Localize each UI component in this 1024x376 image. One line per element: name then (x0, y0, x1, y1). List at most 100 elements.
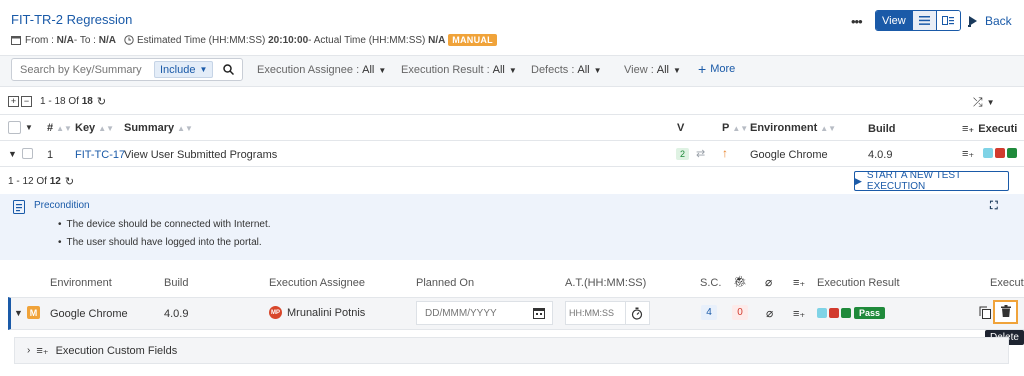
start-execution-label: START A NEW TEST EXECUTION (866, 170, 962, 192)
to-label: - To : (73, 34, 96, 46)
exec-col-exec: Execut (990, 277, 1024, 289)
exec-assignee[interactable]: MP Mrunalini Potnis (269, 306, 365, 319)
filter-value: All (492, 64, 505, 76)
chevron-down-icon[interactable]: ▼ (14, 308, 23, 318)
col-summary[interactable]: Summary ▲▼ (124, 122, 193, 134)
defect-count-badge[interactable]: 0 (732, 305, 748, 320)
precondition-icon (13, 200, 25, 217)
step-count-badge[interactable]: 4 (701, 305, 717, 320)
add-list-icon[interactable]: ≡₊ (793, 276, 805, 289)
include-dropdown[interactable]: Include ▼ (154, 61, 214, 78)
col-execution: ≡₊ Executi (962, 122, 1018, 136)
stopwatch-icon[interactable] (626, 307, 648, 320)
search-input[interactable] (12, 59, 154, 80)
exec-col-build: Build (164, 277, 189, 289)
search-icon[interactable] (216, 59, 240, 80)
add-list-icon[interactable]: ≡₊ (962, 122, 974, 135)
precondition-title: Precondition (34, 200, 90, 211)
refresh-icon[interactable]: ↻ (65, 175, 74, 188)
col-environment[interactable]: Environment ▲▼ (750, 122, 836, 134)
view-filter[interactable]: View : All ▼ (624, 64, 681, 76)
row-summary: View User Submitted Programs (124, 149, 278, 161)
bug-icon: 🐞︎ (733, 276, 747, 288)
calendar-icon[interactable] (533, 307, 545, 319)
filter-label: Execution Result : (401, 64, 490, 76)
view-button[interactable]: View (876, 11, 912, 30)
filter-value: All (577, 64, 590, 76)
exec-col-actual-time: A.T.(HH:MM:SS) (565, 277, 647, 289)
row-checkbox[interactable] (21, 148, 33, 159)
more-options-button[interactable]: ••• (851, 14, 863, 29)
col-version: V (677, 122, 685, 134)
pagination-total: 18 (81, 96, 93, 107)
status-green (841, 308, 851, 318)
col-key[interactable]: Key ▲▼ (75, 122, 114, 134)
chevron-down-icon: ▼ (508, 65, 517, 75)
planned-on-field (416, 301, 553, 325)
expand-all-icon[interactable]: + (8, 96, 19, 107)
copy-icon[interactable] (977, 304, 993, 321)
more-filters-button[interactable]: + More (698, 62, 735, 76)
actual-label: - Actual Time (HH:MM:SS) (308, 34, 426, 46)
manual-mode-icon: M (27, 306, 40, 319)
list-view-icon[interactable] (911, 11, 936, 30)
col-priority[interactable]: P ▲▼ (722, 122, 748, 134)
delete-button[interactable] (993, 300, 1018, 324)
chevron-down-icon[interactable]: ▼ (8, 149, 17, 159)
date-meta: From : N/A - To : N/A Estimated Time (HH… (11, 34, 497, 46)
attachment-icon[interactable]: ⌀ (766, 306, 773, 320)
col-label: Key (75, 122, 96, 134)
pagination-range: 1 - 18 (40, 96, 66, 107)
refresh-icon[interactable]: ↻ (97, 95, 106, 108)
filter-label: Execution Assignee : (257, 64, 360, 76)
sort-icon: ▲▼ (98, 123, 115, 133)
precondition-item: The user should have logged into the por… (66, 236, 262, 248)
filter-value: All (656, 64, 669, 76)
custom-fields-label: Execution Custom Fields (55, 344, 178, 357)
custom-fields-toggle[interactable]: › ≡₊ Execution Custom Fields (14, 337, 1009, 364)
defects-filter[interactable]: Defects : All ▼ (531, 64, 602, 76)
assignee-name: Mrunalini Potnis (287, 306, 366, 319)
view-toggle: View (875, 10, 961, 31)
column-settings-button[interactable]: ⤮ ▼ (973, 95, 995, 110)
play-icon: ▶ (855, 175, 862, 186)
list-item: • The user should have logged into the po… (58, 236, 262, 248)
select-all-checkbox[interactable]: ▼ (8, 121, 33, 134)
chevron-down-icon: ▼ (25, 123, 33, 132)
filter-label: Defects : (531, 64, 575, 76)
row-key-link[interactable]: FIT-TC-17 (75, 149, 125, 161)
row-build: 4.0.9 (868, 149, 893, 161)
status-green (1007, 148, 1017, 158)
exec-col-sc: S.C. (700, 277, 722, 289)
add-list-icon[interactable]: ≡₊ (962, 147, 974, 160)
sort-icon: ▲▼ (177, 123, 193, 133)
search-box: Include ▼ (11, 58, 243, 81)
filter-label: View : (624, 64, 654, 76)
collapse-all-icon[interactable]: − (21, 96, 32, 107)
planned-date-input[interactable] (417, 302, 527, 324)
start-execution-button[interactable]: ▶ START A NEW TEST EXECUTION (854, 170, 1009, 192)
attachment-icon: ⌀ (765, 275, 773, 289)
col-num[interactable]: # ▲▼ (47, 122, 72, 134)
detail-view-icon[interactable] (935, 11, 960, 30)
back-button[interactable]: Back (968, 14, 1012, 28)
pagination-of: Of (68, 96, 79, 107)
sync-icon[interactable]: ⇄ (696, 147, 705, 160)
status-red (995, 148, 1005, 158)
expand-icon[interactable]: ⛶ (990, 200, 998, 213)
precondition-list: • The device should be connected with Int… (58, 215, 271, 251)
add-list-icon[interactable]: ≡₊ (793, 307, 805, 320)
col-label: # (47, 122, 54, 134)
table-row-controls: ▼ (8, 148, 33, 159)
actual-value: N/A (428, 34, 446, 46)
execution-result-filter[interactable]: Execution Result : All ▼ (401, 64, 517, 76)
execution-result[interactable]: Pass (817, 307, 886, 319)
result-pass-badge: Pass (854, 307, 886, 319)
trash-icon (1000, 304, 1011, 320)
pagination-total: 12 (49, 176, 61, 187)
actual-time-input[interactable] (566, 302, 626, 324)
executions-pagination: 1 - 12 Of 12 ↻ (8, 175, 74, 188)
col-label: Executi (978, 122, 1018, 135)
row-environment: Google Chrome (750, 149, 828, 161)
execution-assignee-filter[interactable]: Execution Assignee : All ▼ (257, 64, 386, 76)
